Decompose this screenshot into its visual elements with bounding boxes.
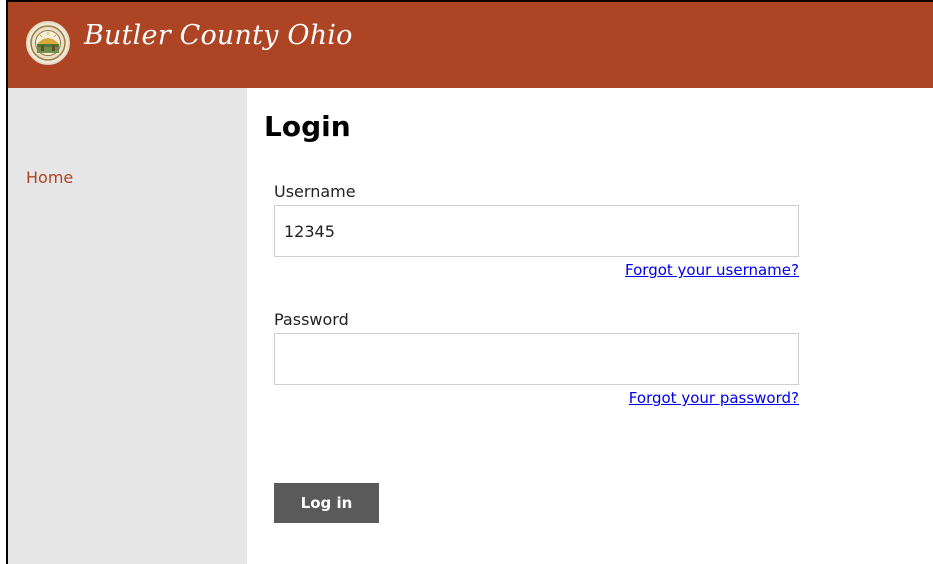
sidebar-item-home[interactable]: Home [26,168,73,187]
county-seal-icon[interactable] [26,21,70,65]
forgot-password-link[interactable]: Forgot your password? [629,389,799,407]
forgot-username-link[interactable]: Forgot your username? [625,261,799,279]
login-panel: Login Username Forgot your username? Pas… [247,88,933,564]
site-header: Butler County Ohio [8,2,933,88]
site-title[interactable]: Butler County Ohio [84,20,353,51]
username-label: Username [274,182,356,201]
page-title: Login [264,110,351,143]
password-input[interactable] [274,333,799,385]
username-input[interactable] [274,205,799,257]
password-label: Password [274,310,349,329]
browser-viewport: Butler County Ohio Home Login Username F… [6,0,933,564]
sidebar: Home [8,88,247,564]
login-button[interactable]: Log in [274,483,379,523]
